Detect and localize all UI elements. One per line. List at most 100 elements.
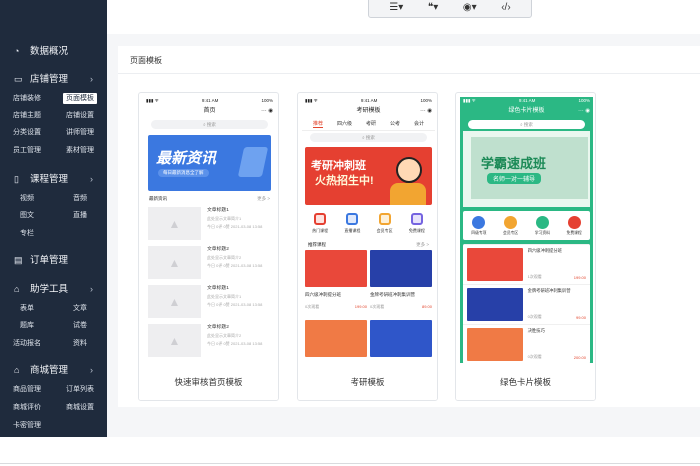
article-item: ▲ 文章标题2 此处显示文章简介2 今日 0评 0赞 2021-03-08 13:5… xyxy=(143,321,276,360)
template-label: 绿色卡片模板 xyxy=(456,364,595,400)
dashboard-icon: ◔ xyxy=(14,46,20,56)
nav-data-overview[interactable]: ◔ 数据概况 xyxy=(0,42,107,60)
chevron-right-icon: › xyxy=(90,174,93,184)
icon-menu-card: 四级专项 会员专区 学习资料 免费课程 xyxy=(463,211,590,240)
phone-title: 绿色卡片模板 ··· ◉ xyxy=(460,105,593,118)
nav-item[interactable]: 员工管理 xyxy=(13,145,41,156)
nav-item[interactable]: 店铺设置 xyxy=(66,110,94,121)
nav-item[interactable]: 店铺主题 xyxy=(13,110,41,121)
signal-icon: ▮▮▮ ᯤ xyxy=(305,98,318,103)
course-image xyxy=(467,328,523,361)
nav-item[interactable]: 讲师管理 xyxy=(66,127,94,138)
template-label: 快速审核首页模板 xyxy=(139,364,278,400)
nav-item[interactable]: 订单列表 xyxy=(66,384,94,395)
nav-item[interactable]: 店铺装修 xyxy=(13,93,41,104)
more-icon: ··· ◉ xyxy=(578,108,590,114)
nav-item-active[interactable]: 页面模板 xyxy=(63,93,97,104)
course-image xyxy=(467,288,523,321)
signal-icon: ▮▮▮ ᯤ xyxy=(146,98,159,103)
list-item: 金牌考研班冲刺集训营 0次观看 99.00 xyxy=(463,284,590,324)
nav-item[interactable]: 卡密管理 xyxy=(13,420,41,431)
nav-item[interactable]: 文章 xyxy=(73,303,87,314)
course-image xyxy=(305,250,367,287)
more-icon: ··· ◉ xyxy=(420,108,432,114)
course-image xyxy=(370,250,432,287)
phone-preview: ▮▮▮ ᯤ 9:41 AM 100% 考研模板 ··· ◉ 推荐 四六级 考研 公考 … xyxy=(302,97,435,363)
code-icon[interactable]: ‹/› xyxy=(501,2,510,13)
banner-graphic xyxy=(237,147,269,177)
nav-item[interactable]: 音频 xyxy=(73,193,87,204)
course-list: 四六级冲刺提分班 1次观看 199.00 金牌考研班冲刺集训营 0次观看 99.00 决… xyxy=(463,244,590,363)
section-header: 推荐课程 更多 > xyxy=(308,242,429,247)
signal-icon: ▮▮▮ ᯤ xyxy=(463,98,476,103)
play-icon xyxy=(314,213,327,225)
gift-icon xyxy=(567,216,581,229)
tools-icon: ⌂ xyxy=(14,284,20,294)
search-bar: ⌕ 搜索 xyxy=(151,120,268,129)
banner: 考研冲刺班 火热招生中! xyxy=(305,147,432,205)
list-item: 四六级冲刺提分班 1次观看 199.00 xyxy=(463,244,590,284)
nav-item[interactable]: 活动报名 xyxy=(13,338,41,349)
book-icon: ▯ xyxy=(14,174,19,184)
live-icon xyxy=(346,213,359,225)
nav-item[interactable]: 专栏 xyxy=(20,228,34,239)
status-bar: ▮▮▮ ᯤ 9:41 AM 100% xyxy=(305,98,432,103)
template-label: 考研模板 xyxy=(298,364,437,400)
nav-store[interactable]: ▭ 店铺管理 › xyxy=(0,70,107,88)
nav-orders[interactable]: ▤ 订单管理 xyxy=(0,251,107,269)
status-bar: ▮▮▮ ᯤ 9:41 AM 100% xyxy=(146,98,273,103)
quote-icon[interactable]: ❝▾ xyxy=(428,2,438,13)
divider xyxy=(118,73,700,74)
sidebar: ◔ 数据概况 ▭ 店铺管理 › 店铺装修 页面模板 店铺主题 店铺设置 分类设置 讲师… xyxy=(0,0,107,437)
nav-item[interactable]: 图文 xyxy=(20,210,34,221)
phone-title: 考研模板 ··· ◉ xyxy=(302,105,435,118)
image-placeholder-icon: ▲ xyxy=(148,324,201,357)
template-card[interactable]: ▮▮▮ ᯤ 9:41 AM 100% 首页 ··· ◉ ⌕ 搜索 最新资讯 每日最新消… xyxy=(138,92,279,401)
nav-item[interactable]: 试卷 xyxy=(73,320,87,331)
nav-item[interactable]: 资料 xyxy=(73,338,87,349)
search-bar: ⌕ 搜索 xyxy=(468,120,585,129)
course-card: 金牌考研班冲刺集训营 0次观看 89.00 xyxy=(370,250,432,310)
book-icon xyxy=(535,216,549,229)
list-icon[interactable]: ☰▾ xyxy=(389,2,403,13)
template-card[interactable]: ▮▮▮ ᯤ 9:41 AM 100% 绿色卡片模板 ··· ◉ ⌕ 搜索 学霸速成班 … xyxy=(455,92,596,401)
course-grid xyxy=(302,310,435,357)
nav-item[interactable]: 分类设置 xyxy=(13,127,41,138)
nav-item[interactable]: 视频 xyxy=(20,193,34,204)
chevron-right-icon: › xyxy=(90,74,93,84)
nav-item[interactable]: 直播 xyxy=(73,210,87,221)
nav-item[interactable]: 题库 xyxy=(20,320,34,331)
article-item: ▲ 文章标题2 此处显示文章简介2 今日 0评 0赞 2021-03-08 13:5… xyxy=(143,243,276,282)
more-icon: ··· ◉ xyxy=(261,108,273,114)
phone-preview: ▮▮▮ ᯤ 9:41 AM 100% 首页 ··· ◉ ⌕ 搜索 最新资讯 每日最新消… xyxy=(143,97,276,363)
article-item: ▲ 文章标题1 此处显示文章简介1 今日 0评 0赞 2021-03-08 13:5… xyxy=(143,204,276,243)
course-image xyxy=(467,248,523,281)
nav-mall[interactable]: ⌂ 商城管理 › xyxy=(0,361,107,379)
nav-course[interactable]: ▯ 课程管理 › xyxy=(0,170,107,188)
section-header: 最新资讯 更多 > xyxy=(149,196,270,201)
eye-icon[interactable]: ◉▾ xyxy=(463,2,477,13)
chevron-right-icon: › xyxy=(90,365,93,375)
crown-icon xyxy=(378,213,391,225)
course-grid: 四六级冲刺提分班 0次观看 199.00 金牌考研班冲刺集训营 0次观看 89.00 xyxy=(302,250,435,310)
nav-item[interactable]: 素材管理 xyxy=(66,145,94,156)
list-item: 决胜技巧 0次观看 200.00 xyxy=(463,324,590,363)
nav-item[interactable]: 商城评价 xyxy=(13,402,41,413)
course-card: 四六级冲刺提分班 0次观看 199.00 xyxy=(305,250,367,310)
nav-tools[interactable]: ⌂ 助学工具 › xyxy=(0,280,107,298)
banner: 学霸速成班 名师一对一辅导 xyxy=(463,131,590,207)
search-bar: ⌕ 搜索 xyxy=(310,133,427,142)
template-card[interactable]: ▮▮▮ ᯤ 9:41 AM 100% 考研模板 ··· ◉ 推荐 四六级 考研 公考 … xyxy=(297,92,438,401)
image-placeholder-icon: ▲ xyxy=(148,246,201,279)
nav-item[interactable]: 商品管理 xyxy=(13,384,41,395)
target-icon xyxy=(472,216,486,229)
divider xyxy=(0,463,700,464)
floating-toolbar: ☰▾ ❝▾ ◉▾ ‹/› xyxy=(368,0,532,18)
category-tabs: 推荐 四六级 考研 公考 会计 xyxy=(302,118,435,131)
nav-item[interactable]: 商城设置 xyxy=(66,402,94,413)
nav-item[interactable]: 表单 xyxy=(20,303,34,314)
gift-icon xyxy=(410,213,423,225)
shop-icon: ⌂ xyxy=(14,365,20,375)
article-item: ▲ 文章标题1 此处显示文章简介1 今日 0评 0赞 2021-03-08 13:5… xyxy=(143,282,276,321)
panel-title: 页面模板 xyxy=(130,56,162,65)
